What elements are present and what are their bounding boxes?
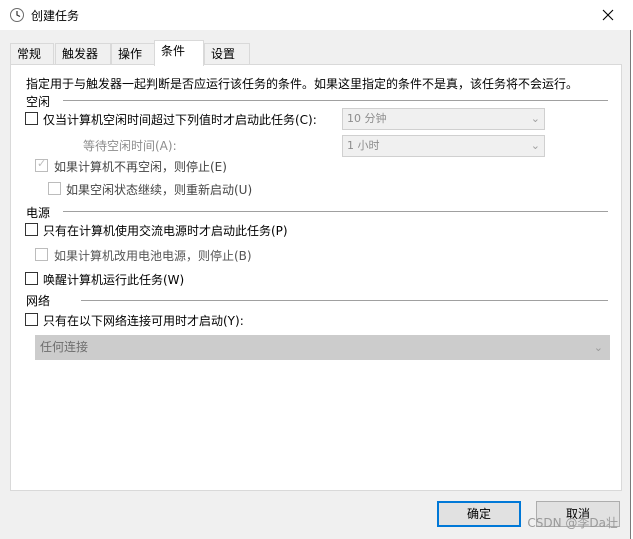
start-only-if-idle-label: 仅当计算机空闲时间超过下列值时才启动此任务(C): <box>43 113 317 127</box>
start-only-if-network-checkbox[interactable] <box>25 313 38 326</box>
wake-to-run-checkbox[interactable] <box>25 272 38 285</box>
network-connection-select[interactable]: 任何连接 ⌄ <box>35 335 610 360</box>
stop-if-battery-checkbox[interactable] <box>35 248 48 261</box>
checkmark-icon: ✓ <box>37 157 47 170</box>
tab-general[interactable]: 常规 <box>10 43 54 65</box>
chevron-down-icon: ⌄ <box>530 112 540 125</box>
task-scheduler-clock-icon <box>9 7 25 23</box>
restart-if-idle-resumes-checkbox[interactable] <box>48 182 61 195</box>
power-group-label: 电源 <box>26 206 51 220</box>
tab-triggers[interactable]: 触发器 <box>55 43 111 65</box>
close-button[interactable] <box>585 0 631 30</box>
tab-settings[interactable]: 设置 <box>204 43 250 65</box>
watermark-text: CSDN @李Da壮 <box>527 516 618 530</box>
ok-button[interactable]: 确定 <box>437 501 521 527</box>
idle-group-divider <box>63 100 608 101</box>
start-only-if-network-label: 只有在以下网络连接可用时才启动(Y): <box>43 314 244 328</box>
start-only-on-ac-checkbox[interactable] <box>25 223 38 236</box>
chevron-down-icon: ⌄ <box>530 139 540 152</box>
start-only-if-idle-checkbox[interactable] <box>25 112 38 125</box>
wait-for-idle-select[interactable]: 1 小时 ⌄ <box>342 135 545 157</box>
restart-if-idle-resumes-label: 如果空闲状态继续，则重新启动(U) <box>66 183 253 197</box>
network-group-label: 网络 <box>26 294 51 308</box>
create-task-dialog: 创建任务 常规 触发器 操作 条件 设置 指定用于与触发器一起判断是否应运行该任… <box>0 0 631 539</box>
window-title: 创建任务 <box>31 9 80 23</box>
conditions-panel: 指定用于与触发器一起判断是否应运行该任务的条件。如果这里指定的条件不是真，该任务… <box>10 64 622 491</box>
chevron-down-icon: ⌄ <box>593 341 603 354</box>
title-bar: 创建任务 <box>0 0 631 30</box>
wait-for-idle-label: 等待空闲时间(A): <box>83 139 177 153</box>
power-group-divider <box>63 211 608 212</box>
stop-if-battery-label: 如果计算机改用电池电源，则停止(B) <box>54 249 252 263</box>
wake-to-run-label: 唤醒计算机运行此任务(W) <box>43 273 185 287</box>
wait-for-idle-value: 1 小时 <box>347 139 380 152</box>
start-only-on-ac-label: 只有在计算机使用交流电源时才启动此任务(P) <box>43 224 288 238</box>
close-icon <box>602 9 614 21</box>
tab-conditions[interactable]: 条件 <box>154 40 204 66</box>
idle-group-label: 空闲 <box>26 95 51 109</box>
network-connection-value: 任何连接 <box>40 340 89 354</box>
idle-duration-select[interactable]: 10 分钟 ⌄ <box>342 108 545 130</box>
tab-actions[interactable]: 操作 <box>111 43 155 65</box>
stop-if-not-idle-label: 如果计算机不再空闲，则停止(E) <box>54 160 227 174</box>
network-group-divider <box>81 300 608 301</box>
stop-if-not-idle-checkbox[interactable]: ✓ <box>35 157 48 172</box>
idle-duration-value: 10 分钟 <box>347 112 387 125</box>
conditions-description: 指定用于与触发器一起判断是否应运行该任务的条件。如果这里指定的条件不是真，该任务… <box>26 77 579 91</box>
